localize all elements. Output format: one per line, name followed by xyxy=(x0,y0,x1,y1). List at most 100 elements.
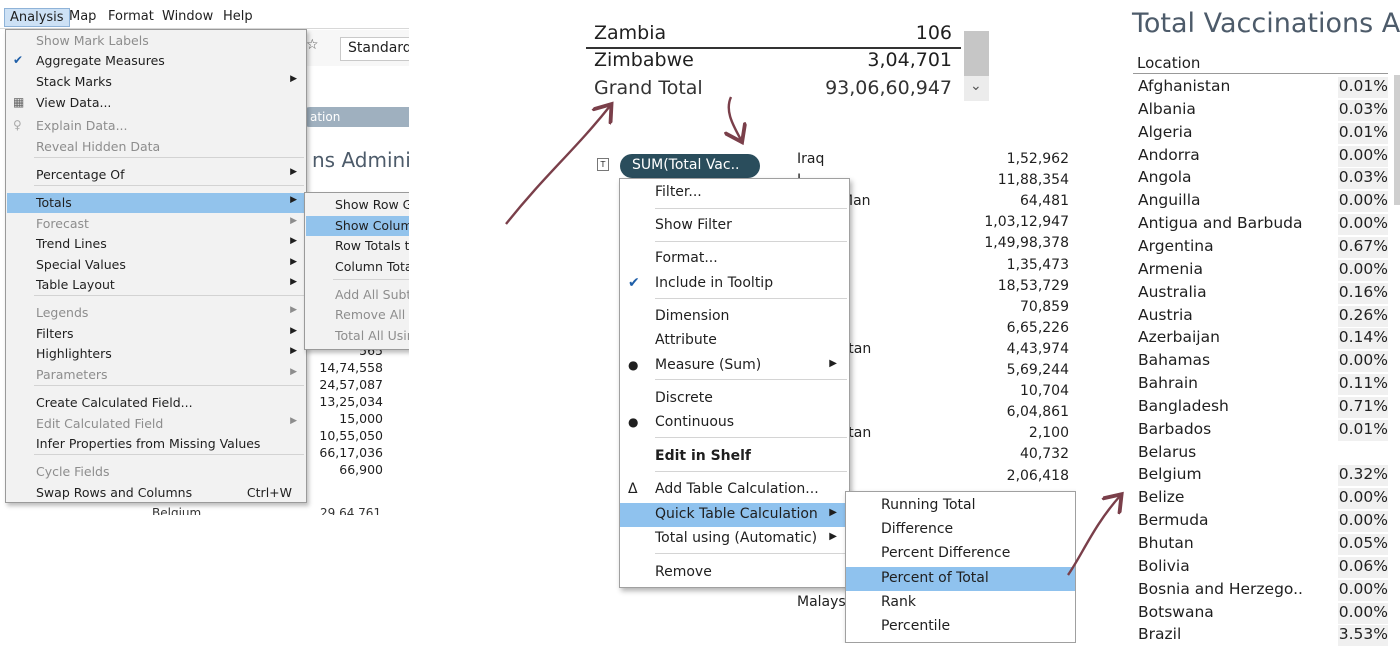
context-item-quick-table-calculation[interactable]: Quick Table Calculation ▶ xyxy=(620,503,849,527)
quick-calc-running-total[interactable]: Running Total xyxy=(846,494,1075,518)
quick-calc-percent-of-total[interactable]: Percent of Total xyxy=(846,566,1075,591)
quick-calc-difference[interactable]: Difference xyxy=(846,518,1075,542)
context-item-filter[interactable]: Filter... xyxy=(620,181,849,205)
quick-calc-label: Running Total xyxy=(881,497,976,513)
table-row: Bahrain 0.11% xyxy=(1128,373,1400,396)
percent-of-total-panel: Total Vaccinations Ad Location Afghanist… xyxy=(1128,0,1400,649)
menu-separator xyxy=(333,279,409,280)
menu-item-label: Totals xyxy=(36,195,72,210)
menu-analysis[interactable]: Analysis xyxy=(4,8,70,27)
table-row: Australia 0.16% xyxy=(1128,282,1400,305)
cell-value: 14,74,558 xyxy=(319,360,383,375)
menu-item-highlighters[interactable]: Highlighters ▶ xyxy=(7,344,305,364)
context-item-include-in-tooltip[interactable]: Include in Tooltip ✔ xyxy=(620,272,849,296)
quick-calc-percent-difference[interactable]: Percent Difference xyxy=(846,542,1075,566)
row-value: 1,52,962 xyxy=(1006,151,1069,167)
vertical-scrollbar[interactable] xyxy=(1394,75,1400,205)
fit-dropdown[interactable]: Standard▼ xyxy=(340,37,409,61)
context-item-continuous[interactable]: Continuous ● xyxy=(620,411,849,435)
menu-separator xyxy=(34,185,304,186)
submenu-item-label: Show Row Grand Totals xyxy=(335,197,409,212)
chevron-right-icon: ▶ xyxy=(290,236,297,246)
table-row: Austria 0.26% xyxy=(1128,305,1400,328)
menu-item-filters[interactable]: Filters ▶ xyxy=(7,324,305,344)
row-location: Bahamas xyxy=(1138,351,1211,370)
quick-calc-percentile[interactable]: Percentile xyxy=(846,615,1075,639)
context-item-add-table-calculation[interactable]: Add Table Calculation... Δ xyxy=(620,478,849,502)
table-row: Albania 0.03% xyxy=(1128,99,1400,122)
menu-item-label: Highlighters xyxy=(36,346,112,361)
menu-help[interactable]: Help xyxy=(223,9,253,24)
menu-item-infer-properties-from-missing-values[interactable]: Infer Properties from Missing Values xyxy=(7,434,305,454)
row-location: Bermuda xyxy=(1138,511,1209,530)
table-row: Belgium 0.32% xyxy=(1128,464,1400,487)
grand-total-label: Grand Total xyxy=(594,77,703,99)
text-mark-icon[interactable]: T xyxy=(597,158,609,171)
row-value: 106 xyxy=(915,22,952,44)
row-percent: 0.26% xyxy=(1338,305,1388,327)
menu-window[interactable]: Window xyxy=(162,9,213,24)
menu-item-show-mark-labels: Show Mark Labels xyxy=(7,31,305,51)
chevron-down-icon[interactable]: ⌄ xyxy=(970,78,982,94)
menu-item-trend-lines[interactable]: Trend Lines ▶ xyxy=(7,234,305,254)
menu-item-view-data[interactable]: View Data... ▦ xyxy=(7,93,305,113)
chevron-right-icon: ▶ xyxy=(290,277,297,287)
row-name: Iraq xyxy=(797,151,825,167)
row-percent: 0.01% xyxy=(1338,122,1388,144)
context-item-attribute[interactable]: Attribute xyxy=(620,329,849,353)
row-value: 2,06,418 xyxy=(1006,467,1069,484)
menu-item-aggregate-measures[interactable]: Aggregate Measures ✔ xyxy=(7,51,305,71)
menu-separator xyxy=(34,385,304,386)
star-icon[interactable]: ☆ xyxy=(306,37,319,53)
context-item-discrete[interactable]: Discrete xyxy=(620,387,849,411)
context-item-show-filter[interactable]: Show Filter xyxy=(620,214,849,238)
context-item-label: Remove xyxy=(655,564,712,580)
quick-calc-rank[interactable]: Rank xyxy=(846,591,1075,615)
menu-separator xyxy=(655,553,847,554)
row-name: Zambia xyxy=(594,22,667,44)
scrollbar-thumb[interactable] xyxy=(964,31,989,76)
row-value: 5,69,244 xyxy=(1006,362,1069,378)
menu-item-percentage-of[interactable]: Percentage Of ▶ xyxy=(7,165,305,185)
menu-item-legends: Legends ▶ xyxy=(7,303,305,323)
row-location: Bosnia and Herzego.. xyxy=(1138,579,1303,598)
row-name: Belgium xyxy=(152,506,202,515)
menu-item-parameters: Parameters ▶ xyxy=(7,365,305,385)
menu-item-swap-rows-and-columns[interactable]: Swap Rows and Columns Ctrl+W xyxy=(7,483,305,503)
row-percent: 0.00% xyxy=(1338,511,1388,533)
row-percent: 0.71% xyxy=(1338,396,1388,418)
sum-total-vaccinations-pill[interactable]: SUM(Total Vac.. xyxy=(620,154,760,178)
menu-format[interactable]: Format xyxy=(108,9,154,24)
location-pill[interactable]: ation xyxy=(300,107,409,127)
quick-calc-label: Percent Difference xyxy=(881,545,1011,562)
submenu-item-column-totals-to-top[interactable]: Column Totals to Top xyxy=(306,257,409,277)
menu-item-special-values[interactable]: Special Values ▶ xyxy=(7,255,305,275)
context-item-format[interactable]: Format... xyxy=(620,247,849,271)
row-location: Angola xyxy=(1138,168,1192,187)
submenu-item-show-column-grand-totals[interactable]: Show Column Grand Totals xyxy=(306,216,409,236)
submenu-item-show-row-grand-totals[interactable]: Show Row Grand Totals xyxy=(306,195,409,215)
menu-item-stack-marks[interactable]: Stack Marks ▶ xyxy=(7,72,305,92)
context-item-label: Discrete xyxy=(655,390,713,406)
context-item-dimension[interactable]: Dimension xyxy=(620,305,849,329)
context-item-label: Edit in Shelf xyxy=(655,448,752,464)
context-item-total-using-automatic[interactable]: Total using (Automatic) ▶ xyxy=(620,527,849,551)
context-item-label: Continuous xyxy=(655,414,735,430)
quick-table-calc-submenu: Running Total Difference Percent Differenc… xyxy=(845,491,1076,643)
pill-context-menu: Filter... Show Filter Format... Include in … xyxy=(619,178,850,588)
menu-item-totals[interactable]: Totals ▶ xyxy=(7,193,305,213)
menu-item-explain-data: Explain Data... ♀ xyxy=(7,116,305,136)
quick-calc-label: Percent of Total xyxy=(881,569,989,586)
context-item-measure-sum[interactable]: Measure (Sum) ● ▶ xyxy=(620,354,849,378)
menu-map[interactable]: Map xyxy=(69,9,96,24)
row-percent: 0.03% xyxy=(1338,99,1388,121)
menu-item-create-calculated-field[interactable]: Create Calculated Field... xyxy=(7,393,305,413)
vertical-scrollbar[interactable]: ⌄ xyxy=(964,31,989,101)
pill-context-panel: T SUM(Total Vac.. Iraq1,52,962I11,88,354… xyxy=(586,148,1076,643)
check-icon: ✔ xyxy=(13,53,24,67)
context-item-label: Filter... xyxy=(655,184,702,200)
submenu-item-row-totals-to-left[interactable]: Row Totals to Left xyxy=(306,236,409,256)
menu-item-table-layout[interactable]: Table Layout ▶ xyxy=(7,275,305,295)
context-item-remove[interactable]: Remove xyxy=(620,561,849,585)
context-item-edit-in-shelf[interactable]: Edit in Shelf xyxy=(620,445,849,469)
